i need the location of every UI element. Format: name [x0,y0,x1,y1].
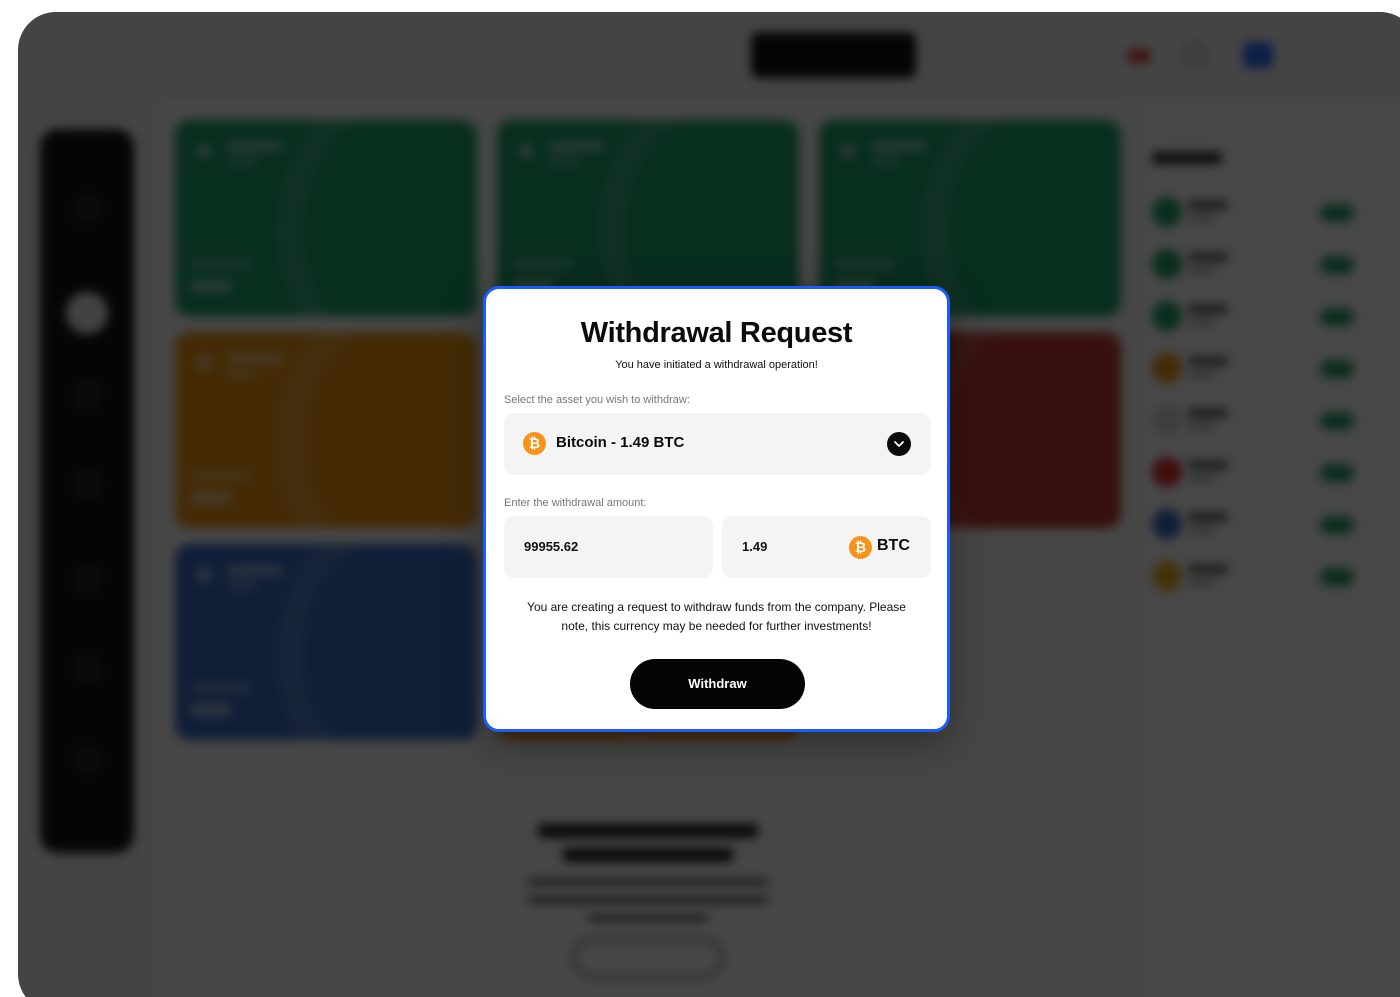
withdraw-button[interactable]: Withdraw [630,659,805,709]
amount-label: Enter the withdrawal amount: [504,497,647,509]
asset-select-label: Select the asset you wish to withdraw: [504,394,690,406]
amount-usd-value: 99955.62 [524,539,579,554]
withdrawal-modal: Withdrawal Request You have initiated a … [483,286,950,732]
chevron-down-icon[interactable] [887,432,911,456]
selected-asset: Bitcoin - 1.49 BTC [556,434,685,451]
amount-crypto-input[interactable]: 1.49 ₿ BTC [722,516,931,578]
bitcoin-icon: ₿ [849,536,872,559]
amount-usd-input[interactable]: 99955.62 [504,516,713,578]
asset-select-dropdown[interactable]: ₿ Bitcoin - 1.49 BTC [504,413,931,475]
amount-crypto-value: 1.49 [742,539,768,554]
modal-subtitle: You have initiated a withdrawal operatio… [615,359,818,371]
bitcoin-icon: ₿ [523,432,546,455]
withdrawal-note: You are creating a request to withdraw f… [527,600,906,633]
currency-code: BTC [877,537,910,554]
modal-title: Withdrawal Request [580,317,853,349]
